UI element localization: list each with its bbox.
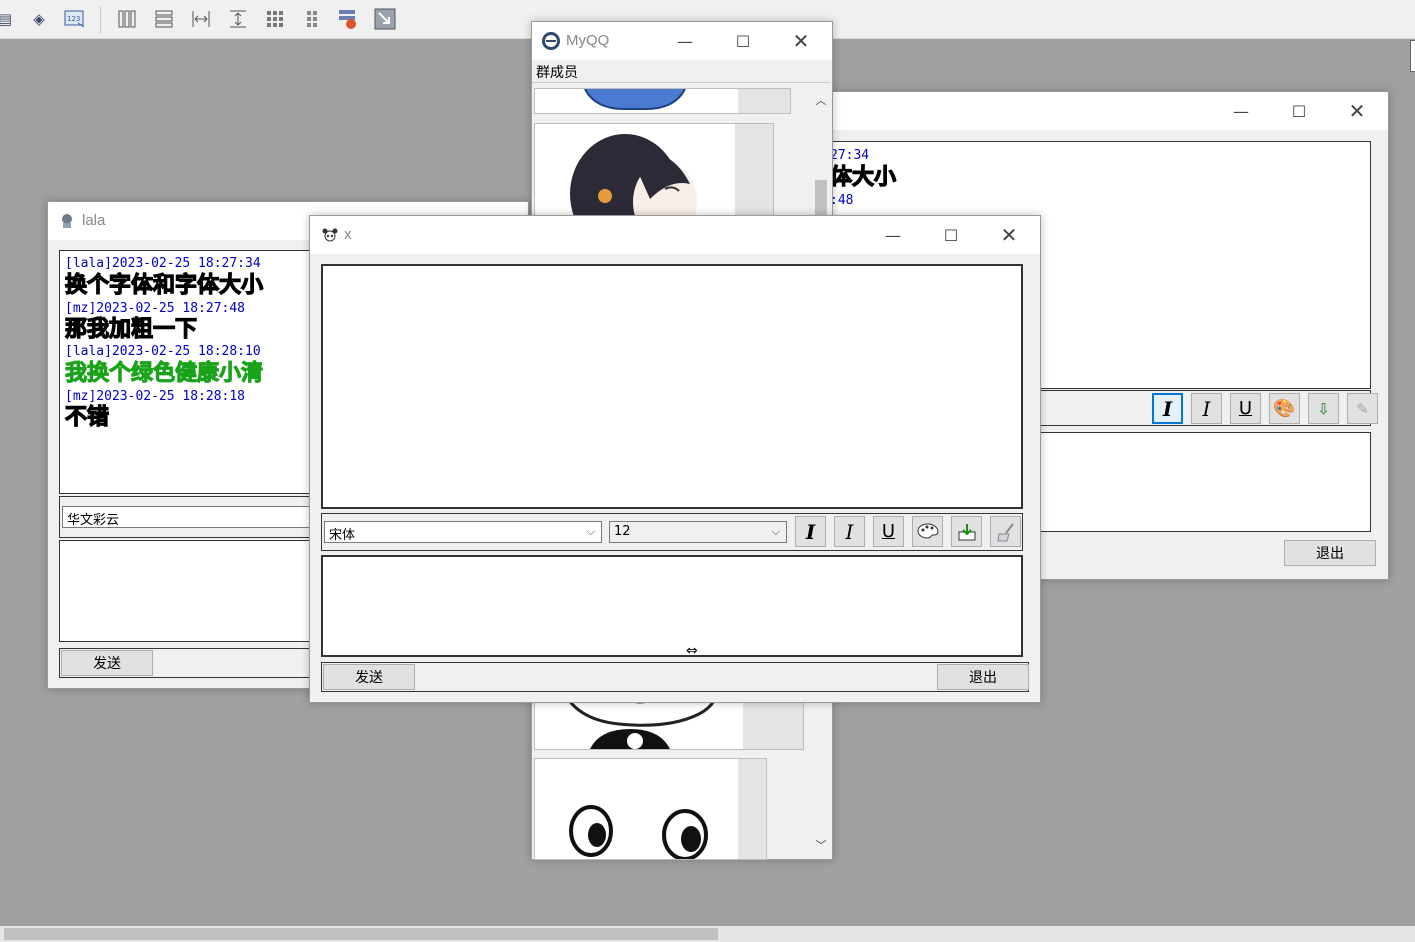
exit-button[interactable]: 退出: [937, 664, 1029, 690]
message-text: 体大小: [829, 164, 897, 190]
window-title: x: [344, 226, 352, 243]
bold-icon: I: [805, 519, 816, 544]
clear-button[interactable]: ✎: [1347, 393, 1378, 424]
card-strip: [735, 124, 773, 224]
message-meta: [mz]2023-02-25 18:27:48: [65, 301, 246, 316]
tag-icon[interactable]: ◈: [28, 8, 50, 30]
minimize-button[interactable]: —: [662, 28, 708, 54]
download-icon: [958, 523, 975, 540]
italic-icon: I: [845, 519, 854, 544]
message-input[interactable]: ⇔: [321, 555, 1023, 659]
scrollbar-thumb[interactable]: [815, 180, 827, 220]
width-icon[interactable]: [190, 8, 212, 30]
italic-icon: I: [1202, 396, 1211, 421]
scrollbar-thumb[interactable]: [4, 928, 718, 940]
resize-icon[interactable]: [374, 8, 396, 30]
font-select-value: 宋体: [329, 528, 356, 543]
title-bar: MyQQ — ☐ ✕: [532, 22, 832, 60]
message-meta: [lala]2023-02-25 18:28:10: [65, 344, 261, 359]
avatar-image: [570, 134, 697, 224]
underline-button[interactable]: U: [1230, 393, 1261, 424]
chevron-down-icon[interactable]: ﹀: [812, 837, 830, 853]
menu-bar: 群成员: [532, 60, 830, 83]
height-icon[interactable]: [227, 8, 249, 30]
close-button[interactable]: ✕: [778, 28, 824, 54]
palette-icon: [916, 522, 939, 539]
chevron-down-icon: ⌵: [586, 525, 595, 538]
save-button[interactable]: ⇩: [1308, 393, 1339, 424]
message-text: 那我加粗一下: [64, 316, 198, 342]
tab-order-icon[interactable]: [337, 8, 359, 30]
bold-button[interactable]: I: [1152, 393, 1183, 424]
italic-button[interactable]: I: [834, 516, 865, 547]
member-avatar-card[interactable]: [534, 123, 774, 225]
minimize-button[interactable]: —: [1218, 98, 1264, 124]
card-strip: [738, 759, 766, 859]
color-button[interactable]: [912, 516, 943, 547]
member-avatar-card[interactable]: [534, 88, 791, 114]
maximize-button[interactable]: ☐: [720, 28, 766, 54]
window-title: lala: [82, 212, 106, 229]
underline-icon: U: [1238, 398, 1253, 419]
title-bar: x — ☐ ✕: [310, 216, 1040, 254]
message-text: 不错: [64, 404, 110, 430]
horizontal-scrollbar[interactable]: [0, 926, 1415, 942]
card-strip: [738, 89, 790, 113]
exit-button[interactable]: 退出: [1284, 540, 1376, 566]
message-meta: :48: [830, 193, 854, 208]
svg-text:123: 123: [67, 15, 80, 23]
message-meta: [mz]2023-02-25 18:28:18: [65, 389, 246, 404]
italic-button[interactable]: I: [1191, 393, 1222, 424]
avatar-image: [569, 805, 708, 859]
button-bar: 发送 退出: [321, 662, 1029, 692]
size-select[interactable]: 12 ⌵: [609, 521, 787, 543]
user-avatar-icon: [60, 213, 74, 229]
message-meta: [lala]2023-02-25 18:27:34: [65, 256, 261, 271]
grid-small-icon[interactable]: [301, 8, 323, 30]
message-meta: 27:34: [830, 148, 870, 163]
close-button[interactable]: ✕: [986, 222, 1032, 248]
clear-button[interactable]: [990, 516, 1021, 547]
title-bar: — ☐ ✕: [821, 92, 1388, 130]
rows-icon[interactable]: [153, 8, 175, 30]
message-text: 我换个绿色健康小清: [64, 361, 264, 387]
file-icon[interactable]: ▤: [0, 8, 16, 30]
qq-logo-icon: [541, 31, 561, 51]
member-avatar-card[interactable]: [534, 758, 767, 860]
number-icon[interactable]: 123: [64, 8, 86, 30]
chat-window-x: x — ☐ ✕ 宋体 ⌵ 12 ⌵ I I U ⇔ 发送 退出: [309, 215, 1041, 703]
send-button[interactable]: 发送: [61, 650, 153, 676]
message-history: [321, 264, 1023, 509]
underline-button[interactable]: U: [873, 516, 904, 547]
grid-icon[interactable]: [264, 8, 286, 30]
minimize-button[interactable]: —: [870, 222, 916, 248]
designer-edge-handle[interactable]: [1410, 40, 1415, 72]
font-select[interactable]: 宋体 ⌵: [324, 521, 602, 543]
toolbar-separator: [100, 6, 101, 34]
resize-cursor-icon: ⇔: [686, 643, 698, 659]
avatar-image: [584, 89, 686, 110]
close-button[interactable]: ✕: [1334, 98, 1380, 124]
maximize-button[interactable]: ☐: [1276, 98, 1322, 124]
download-icon: ⇩: [1317, 399, 1330, 418]
color-button[interactable]: 🎨: [1269, 393, 1300, 424]
palette-icon: 🎨: [1273, 398, 1296, 419]
bold-button[interactable]: I: [795, 516, 826, 547]
bold-icon: I: [1162, 396, 1173, 421]
save-button[interactable]: [951, 516, 982, 547]
send-button[interactable]: 发送: [323, 664, 415, 690]
columns-icon[interactable]: [116, 8, 138, 30]
chevron-up-icon[interactable]: ︿: [812, 92, 830, 108]
panda-icon: [322, 228, 338, 242]
underline-icon: U: [881, 521, 896, 542]
chevron-down-icon: ⌵: [771, 525, 780, 538]
broom-icon: ✎: [1356, 399, 1369, 418]
broom-icon: [996, 522, 1014, 541]
maximize-button[interactable]: ☐: [928, 222, 974, 248]
menu-members[interactable]: 群成员: [536, 62, 578, 82]
window-title: MyQQ: [566, 32, 610, 49]
size-select-value: 12: [614, 524, 631, 539]
format-bar: 宋体 ⌵ 12 ⌵ I I U: [321, 513, 1023, 551]
message-text: 换个字体和字体大小: [64, 272, 264, 298]
